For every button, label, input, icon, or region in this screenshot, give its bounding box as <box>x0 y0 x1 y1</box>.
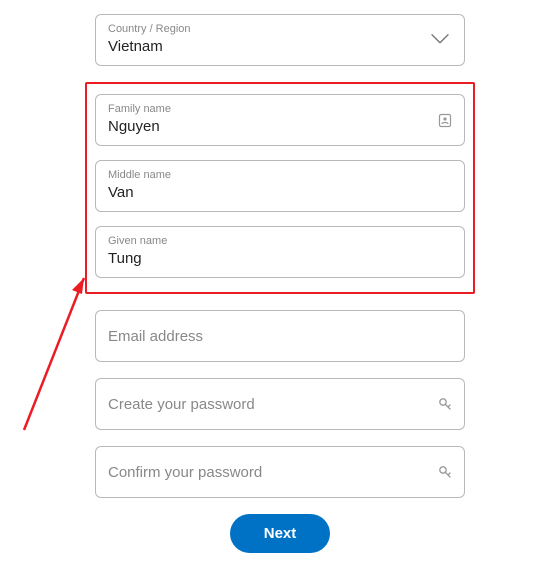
family-name-label: Family name <box>108 103 452 116</box>
country-region-select[interactable]: Country / Region Vietnam <box>95 14 465 66</box>
contact-card-icon <box>438 112 452 128</box>
email-field[interactable]: Email address <box>95 310 465 362</box>
country-label: Country / Region <box>108 23 452 36</box>
confirm-placeholder: Confirm your password <box>108 464 452 481</box>
family-name-field[interactable]: Family name <box>95 94 465 146</box>
given-name-input[interactable] <box>108 249 452 269</box>
given-name-label: Given name <box>108 235 452 248</box>
key-icon <box>438 465 452 479</box>
button-row: Next <box>95 514 465 553</box>
password-field[interactable]: Create your password <box>95 378 465 430</box>
next-button[interactable]: Next <box>230 514 331 553</box>
given-name-field[interactable]: Given name <box>95 226 465 278</box>
middle-name-label: Middle name <box>108 169 452 182</box>
key-icon <box>438 397 452 411</box>
confirm-password-field[interactable]: Confirm your password <box>95 446 465 498</box>
email-placeholder: Email address <box>108 328 452 345</box>
country-value: Vietnam <box>108 37 452 57</box>
name-fields-highlight: Family name Middle name Given name <box>85 82 475 294</box>
signup-form: Country / Region Vietnam Family name Mid… <box>0 0 560 563</box>
chevron-down-icon <box>430 33 450 45</box>
middle-name-field[interactable]: Middle name <box>95 160 465 212</box>
password-placeholder: Create your password <box>108 396 452 413</box>
middle-name-input[interactable] <box>108 183 452 203</box>
family-name-input[interactable] <box>108 117 452 137</box>
